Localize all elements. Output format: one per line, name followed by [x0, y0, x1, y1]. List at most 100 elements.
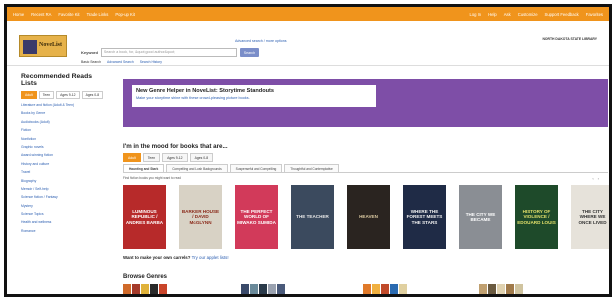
book-cover[interactable]: LUMINOUS REPUBLIC / ANDRES BARBA — [123, 185, 166, 249]
mood-tab-ages-9-12[interactable]: Ages 9-12 — [162, 153, 188, 162]
genre-book-thumb — [150, 284, 158, 294]
mood-heading: I'm in the mood for books that are... — [123, 143, 228, 150]
sidebar-tab-ages-9-12[interactable]: Ages 9-12 — [56, 91, 80, 99]
book-cover[interactable]: HISTORY OF VIOLENCE / EDOUARD LOUIS — [515, 185, 558, 249]
sidebar-tab-teen[interactable]: Teen — [38, 91, 55, 99]
chevron-right-icon[interactable]: › — [598, 176, 599, 181]
book-cover-title: HISTORY OF VIOLENCE / EDOUARD LOUIS — [517, 209, 556, 225]
genre-book-thumb — [363, 284, 371, 294]
genre-book-thumb — [488, 284, 496, 294]
appeal-tab-2[interactable]: Compelling and Lush Backgrounds — [166, 164, 228, 172]
topnav-right-link[interactable]: Favorites — [586, 12, 603, 17]
topnav-right-link[interactable]: Support Feedback — [545, 12, 579, 17]
genre-book-thumb — [390, 284, 398, 294]
sidebar-list-item[interactable]: Nonfiction — [21, 137, 105, 141]
search-history-link[interactable]: Search History — [140, 60, 162, 64]
book-cover[interactable]: HEAVEN — [347, 185, 390, 249]
genre-thumbnail[interactable] — [123, 284, 167, 294]
applet-lists-link[interactable]: Try our applet lists! — [192, 255, 229, 260]
mood-tab-ages-0-8[interactable]: Ages 0-8 — [189, 153, 214, 162]
genre-book-thumb — [250, 284, 258, 294]
sidebar-list-item[interactable]: Biography — [21, 179, 105, 183]
advanced-search-sublink[interactable]: Advanced Search — [107, 60, 134, 64]
sidebar-list-item[interactable]: Health and wellness — [21, 220, 105, 224]
sidebar-title: Recommended Reads Lists — [21, 73, 93, 87]
sidebar-list-item[interactable]: Memoir / Self-help — [21, 187, 105, 191]
topnav-right-link[interactable]: Log In — [469, 12, 481, 17]
topnav-link[interactable]: Recent RA — [31, 12, 51, 17]
sidebar-list-item[interactable]: Science fiction / Fantasy — [21, 195, 105, 199]
sidebar-tab-adult[interactable]: Adult — [21, 91, 37, 99]
recommended-reads-sidebar: Recommended Reads Lists Adult Teen Ages … — [21, 73, 105, 237]
genre-book-thumb — [506, 284, 514, 294]
mood-tab-teen[interactable]: Teen — [142, 153, 161, 162]
book-cover-title: HEAVEN — [359, 214, 378, 220]
promo-banner[interactable]: New Genre Helper in NoveList: Storytime … — [123, 79, 608, 127]
book-cover-title: WHERE THE FOREST MEETS THE STARS — [406, 209, 443, 225]
top-navigation-bar: Home Recent RA Favorite Kit Trade Links Pop-… — [7, 7, 609, 21]
logo-text: NoveList — [39, 42, 62, 48]
banner-subtitle[interactable]: Make your storytime shine with these cro… — [136, 96, 372, 100]
appeal-tab-3[interactable]: Suspenseful and Compelling — [229, 164, 283, 172]
sidebar-list-item[interactable]: Fiction — [21, 128, 105, 132]
genre-book-thumb — [399, 284, 407, 294]
sidebar-list: Literature and fiction (Adult & Teen) Boo… — [21, 103, 105, 233]
keyword-label: Keyword — [81, 50, 98, 55]
search-button[interactable]: Search — [239, 48, 259, 57]
advanced-search-link[interactable]: Advanced search / more options — [235, 39, 287, 43]
search-input[interactable]: Search a book, for, &quot;good author&qu… — [100, 48, 237, 57]
basic-search-link[interactable]: Basic Search — [81, 60, 101, 64]
sidebar-list-item[interactable]: Travel — [21, 170, 105, 174]
sidebar-list-item[interactable]: Audiobooks (Adult) — [21, 120, 105, 124]
sidebar-list-item[interactable]: Award-winning fiction — [21, 153, 105, 157]
sidebar-list-item[interactable]: History and culture — [21, 162, 105, 166]
book-cover[interactable]: THE CITY WHERE WE ONCE LIVED — [571, 185, 609, 249]
book-cover-title: THE CITY WE BECAME — [465, 211, 496, 222]
sidebar-list-item[interactable]: Science Topics — [21, 212, 105, 216]
genre-thumbnail[interactable] — [363, 284, 407, 294]
topnav-link[interactable]: Trade Links — [87, 12, 109, 17]
novelist-logo[interactable]: NoveList — [19, 35, 67, 57]
topnav-right-link[interactable]: Customize — [518, 12, 538, 17]
topnav-link[interactable]: Pop-up Kit — [115, 12, 135, 17]
topnav-right-link[interactable]: Ask — [504, 12, 511, 17]
genre-thumbnail[interactable] — [479, 284, 523, 294]
mood-tab-adult[interactable]: Adult — [123, 153, 141, 162]
genre-book-thumb — [372, 284, 380, 294]
own-carrels-text: Want to make your own carrels? — [123, 255, 191, 260]
sidebar-list-item[interactable]: Graphic novels — [21, 145, 105, 149]
book-cover-title: BARKER HOUSE / DAVID McGLYNN — [181, 209, 220, 225]
genre-book-thumb — [141, 284, 149, 294]
sidebar-list-item[interactable]: Mystery — [21, 204, 105, 208]
app-frame: Home Recent RA Favorite Kit Trade Links Pop-… — [4, 4, 612, 297]
mood-description: Find fiction books you might want to rea… — [123, 176, 181, 180]
book-cover[interactable]: THE PERFECT WORLD OF MIWAKO SUMIDA — [235, 185, 278, 249]
genre-thumbnail[interactable] — [241, 284, 285, 294]
sidebar-list-item[interactable]: Books by Genre — [21, 111, 105, 115]
topnav-link[interactable]: Home — [13, 12, 24, 17]
sidebar-list-item[interactable]: Romance — [21, 229, 105, 233]
topnav-link[interactable]: Favorite Kit — [58, 12, 79, 17]
chevron-left-icon[interactable]: ‹ — [592, 176, 593, 181]
genre-book-thumb — [277, 284, 285, 294]
genre-book-thumb — [268, 284, 276, 294]
genre-book-thumb — [497, 284, 505, 294]
book-cover-carousel: LUMINOUS REPUBLIC / ANDRES BARBA BARKER H… — [123, 185, 609, 249]
book-cover[interactable]: THE TEACHER — [291, 185, 334, 249]
appeal-tab-4[interactable]: Thoughtful and Contemplative — [284, 164, 339, 172]
sidebar-list-item[interactable]: Literature and fiction (Adult & Teen) — [21, 103, 105, 107]
genre-book-thumb — [241, 284, 249, 294]
book-cover-title: THE CITY WHERE WE ONCE LIVED — [578, 209, 607, 225]
sidebar-tab-ages-0-8[interactable]: Ages 0-8 — [81, 91, 104, 99]
genre-thumbnails — [123, 284, 608, 294]
genre-book-thumb — [479, 284, 487, 294]
book-cover[interactable]: BARKER HOUSE / DAVID McGLYNN — [179, 185, 222, 249]
header: NoveList Advanced search / more options … — [7, 21, 609, 66]
topnav-right-link[interactable]: Help — [488, 12, 497, 17]
search-row: Keyword Search a book, for, &quot;good a… — [81, 48, 259, 57]
book-cover[interactable]: WHERE THE FOREST MEETS THE STARS — [403, 185, 446, 249]
mood-audience-tabs: Adult Teen Ages 9-12 Ages 0-8 — [123, 153, 214, 162]
genre-book-thumb — [132, 284, 140, 294]
book-cover[interactable]: THE CITY WE BECAME — [459, 185, 502, 249]
appeal-tab-1[interactable]: Haunting and Stark — [123, 164, 165, 172]
